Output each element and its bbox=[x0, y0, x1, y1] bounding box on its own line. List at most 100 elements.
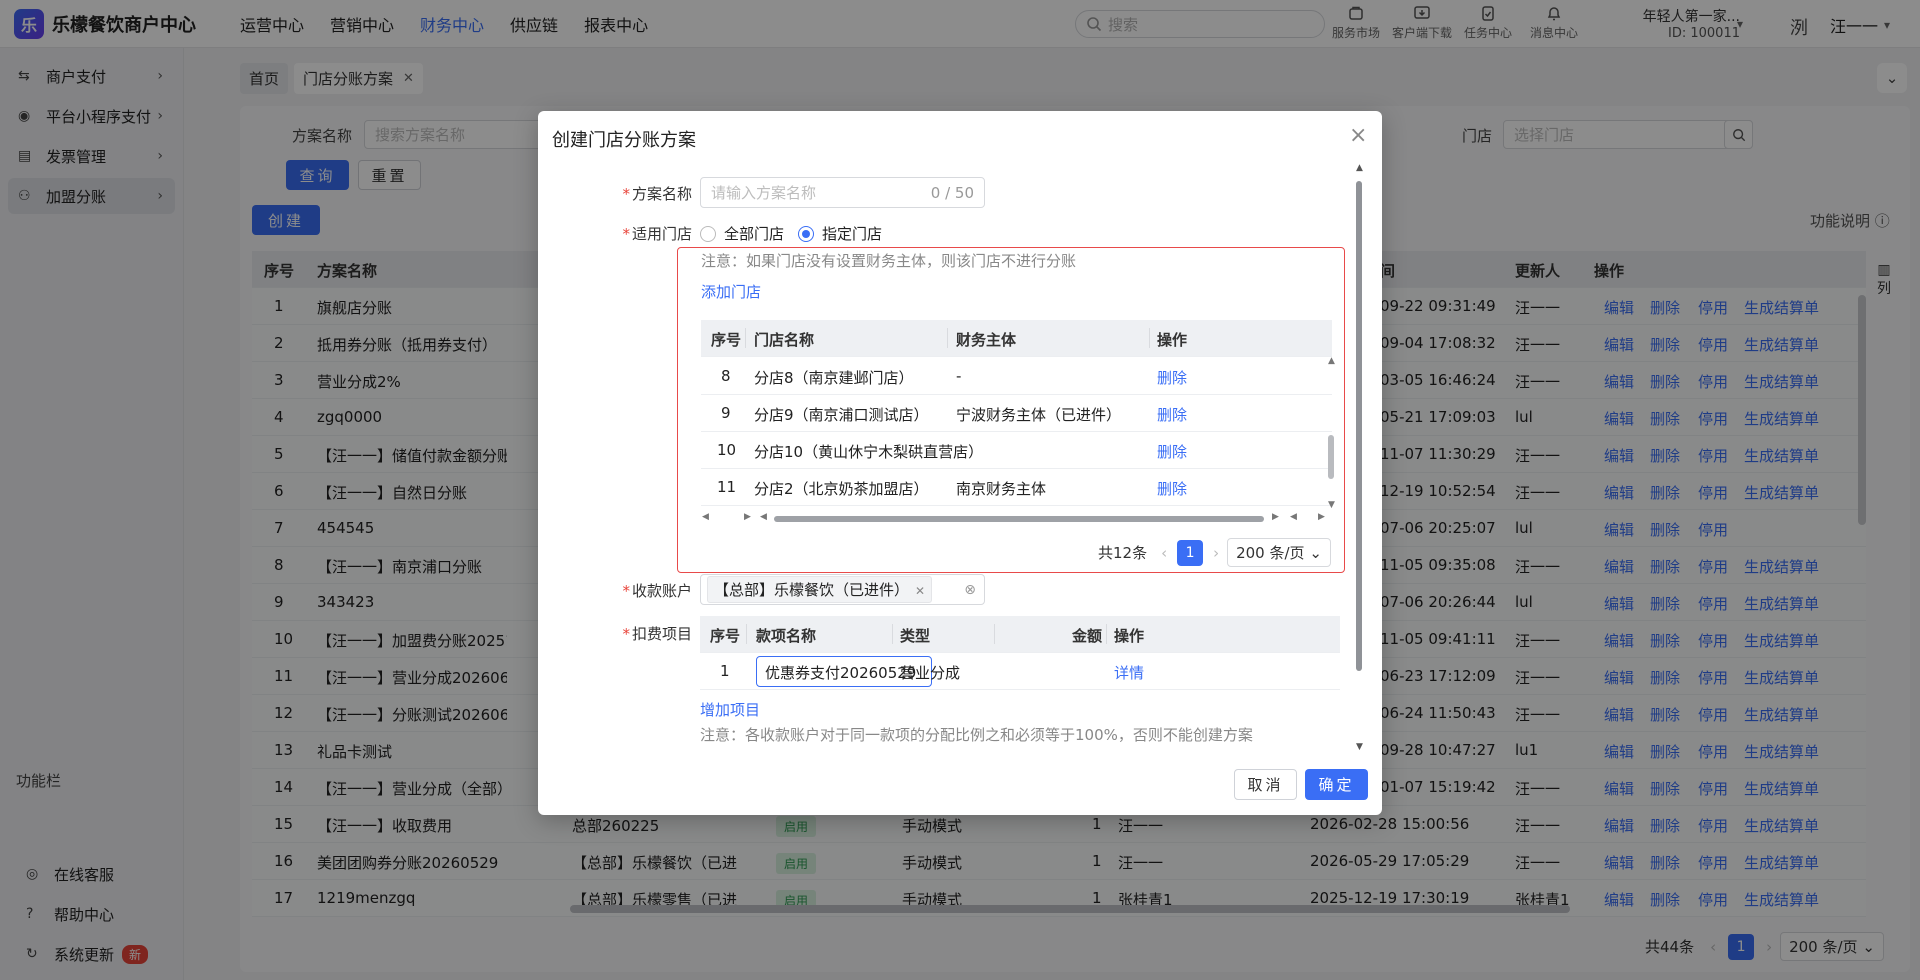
close-icon[interactable]: × bbox=[1349, 123, 1367, 148]
char-count: 0 / 50 bbox=[930, 183, 974, 202]
radio-all-stores[interactable]: 全部门店 bbox=[700, 223, 784, 244]
col-header-op: 操作 bbox=[1157, 331, 1188, 349]
radio-label: 全部门店 bbox=[724, 225, 785, 243]
scheme-name-input[interactable]: 请输入方案名称 0 / 50 bbox=[700, 177, 985, 208]
store-table-header: 序号 门店名称 财务主体 操作 bbox=[701, 320, 1332, 357]
prev-page-icon[interactable]: ‹ bbox=[1161, 544, 1167, 562]
label-text: 收款账户 bbox=[631, 582, 692, 600]
create-scheme-dialog: 创建门店分账方案 × * 方案名称 请输入方案名称 0 / 50 * 适用门店 全部… bbox=[538, 111, 1382, 815]
col-divider bbox=[1106, 624, 1107, 644]
col-header-no: 序号 bbox=[711, 331, 742, 349]
col-header-entity: 财务主体 bbox=[956, 331, 1017, 349]
scroll-down-icon[interactable]: ▼ bbox=[1328, 500, 1335, 510]
cell-entity: 南京财务主体 bbox=[956, 480, 1047, 498]
fee-items-label: * 扣费项目 bbox=[572, 623, 692, 644]
radio-specific-stores[interactable]: 指定门店 bbox=[798, 223, 882, 244]
scroll-left-icon[interactable]: ▶ bbox=[744, 512, 751, 522]
cancel-button[interactable]: 取消 bbox=[1234, 769, 1297, 800]
store-table-vertical-scrollbar[interactable] bbox=[1328, 435, 1334, 479]
receive-account-select[interactable]: 【总部】乐檬餐饮（已进件） ✕ ⊗ bbox=[700, 574, 985, 605]
scroll-up-icon[interactable]: ▲ bbox=[1356, 163, 1363, 173]
account-chip: 【总部】乐檬餐饮（已进件） ✕ bbox=[707, 576, 933, 603]
scheme-name-label: * 方案名称 bbox=[572, 183, 692, 204]
col-divider bbox=[892, 624, 893, 644]
col-divider bbox=[745, 328, 746, 348]
clear-icon[interactable]: ⊗ bbox=[964, 582, 976, 598]
scroll-right-icon[interactable]: ▶ bbox=[1272, 512, 1279, 522]
store-table-horizontal-scrollbar[interactable] bbox=[774, 516, 1264, 522]
cell-entity: - bbox=[956, 441, 962, 459]
cell-entity: - bbox=[956, 367, 962, 385]
fee-table-header: 序号 款项名称 类型 金额 操作 bbox=[700, 616, 1340, 653]
required-mark: * bbox=[622, 185, 630, 203]
required-mark: * bbox=[622, 582, 630, 600]
page-size-select[interactable]: 200 条/页 ⌄ bbox=[1227, 538, 1331, 567]
scroll-left-icon[interactable]: ◀ bbox=[1290, 512, 1297, 522]
cell-no: 1 bbox=[720, 662, 730, 680]
table-row: 11 分店2（北京奶茶加盟店） 南京财务主体 删除 bbox=[701, 469, 1332, 506]
col-header-type: 类型 bbox=[900, 627, 931, 645]
cell-type: 营业分成 bbox=[900, 664, 961, 682]
close-icon[interactable]: ✕ bbox=[915, 584, 925, 598]
delete-link[interactable]: 删除 bbox=[1157, 441, 1187, 462]
cell-no: 10 bbox=[717, 441, 737, 459]
scroll-down-icon[interactable]: ▼ bbox=[1356, 742, 1363, 752]
scroll-left-icon[interactable]: ◀ bbox=[760, 512, 767, 522]
cell-no: 9 bbox=[721, 404, 731, 422]
table-row: 9 分店9（南京浦口测试店） 宁波财务主体（已进件） 删除 bbox=[701, 395, 1332, 432]
delete-link[interactable]: 删除 bbox=[1157, 404, 1187, 425]
dialog-title: 创建门店分账方案 bbox=[552, 130, 696, 151]
col-divider bbox=[994, 624, 995, 644]
page-size-label: 200 条/页 bbox=[1236, 544, 1305, 562]
delete-link[interactable]: 删除 bbox=[1157, 478, 1187, 499]
pager-total: 共12条 bbox=[1098, 544, 1148, 562]
scroll-up-icon[interactable]: ▲ bbox=[1328, 356, 1335, 366]
cell-no: 8 bbox=[721, 367, 731, 385]
delete-link[interactable]: 删除 bbox=[1157, 367, 1187, 388]
col-header-op: 操作 bbox=[1114, 627, 1145, 645]
col-header-amount: 金额 bbox=[1072, 627, 1103, 645]
receive-account-label: * 收款账户 bbox=[572, 580, 692, 601]
fee-note: 注意：各收款账户对于同一款项的分配比例之和必须等于100%，否则不能创建方案 bbox=[700, 726, 1253, 744]
label-text: 适用门店 bbox=[631, 225, 692, 243]
add-fee-item-link[interactable]: 增加项目 bbox=[700, 699, 760, 720]
cell-store-name: 分店8（南京建邺门店） bbox=[754, 369, 914, 387]
col-divider bbox=[947, 328, 948, 348]
scroll-right-icon[interactable]: ▶ bbox=[1318, 512, 1325, 522]
store-table: 序号 门店名称 财务主体 操作 8 分店8（南京建邺门店） - 删除 9 分店9（南京浦口… bbox=[701, 320, 1332, 506]
table-row: 8 分店8（南京建邺门店） - 删除 bbox=[701, 358, 1332, 395]
confirm-button[interactable]: 确定 bbox=[1305, 769, 1368, 800]
placeholder: 请输入方案名称 bbox=[711, 184, 817, 202]
col-header-store-name: 门店名称 bbox=[754, 331, 815, 349]
cell-no: 11 bbox=[717, 478, 737, 496]
details-link[interactable]: 详情 bbox=[1114, 662, 1144, 683]
scroll-left-icon[interactable]: ◀ bbox=[702, 512, 709, 522]
store-note: 注意：如果门店没有设置财务主体，则该门店不进行分账 bbox=[701, 252, 1077, 270]
col-divider bbox=[1149, 328, 1150, 348]
dialog-vertical-scrollbar[interactable] bbox=[1356, 181, 1362, 671]
radio-label: 指定门店 bbox=[822, 225, 883, 243]
next-page-icon[interactable]: › bbox=[1213, 544, 1219, 562]
store-table-pagination: 共12条 ‹ 1 › 200 条/页 ⌄ bbox=[1098, 538, 1331, 567]
required-mark: * bbox=[622, 225, 630, 243]
col-header-no: 序号 bbox=[710, 627, 741, 645]
store-selection-box: 注意：如果门店没有设置财务主体，则该门店不进行分账 添加门店 序号 门店名称 财… bbox=[677, 247, 1345, 573]
cell-store-name: 分店9（南京浦口测试店） bbox=[754, 406, 929, 424]
cell-entity: 宁波财务主体（已进件） bbox=[956, 406, 1122, 424]
table-row: 1 优惠券支付20260529 营业分成 详情 bbox=[700, 653, 1340, 690]
radio-circle-checked bbox=[798, 225, 814, 242]
label-text: 扣费项目 bbox=[631, 625, 692, 643]
add-store-link[interactable]: 添加门店 bbox=[701, 281, 761, 302]
col-divider bbox=[746, 624, 747, 644]
page-current[interactable]: 1 bbox=[1177, 539, 1204, 566]
store-table-body: 8 分店8（南京建邺门店） - 删除 9 分店9（南京浦口测试店） 宁波财务主体（已进件） 删… bbox=[701, 358, 1332, 506]
radio-circle bbox=[700, 225, 716, 242]
col-header-fee-name: 款项名称 bbox=[756, 627, 817, 645]
fee-table: 序号 款项名称 类型 金额 操作 1 优惠券支付20260529 营业分成 详情 bbox=[700, 616, 1340, 690]
cell-store-name: 分店10（黄山休宁木梨硔直营店） bbox=[754, 443, 984, 461]
required-mark: * bbox=[622, 625, 630, 643]
table-row: 10 分店10（黄山休宁木梨硔直营店） - 删除 bbox=[701, 432, 1332, 469]
account-chip-label: 【总部】乐檬餐饮（已进件） bbox=[714, 581, 910, 599]
cell-store-name: 分店2（北京奶茶加盟店） bbox=[754, 480, 929, 498]
label-text: 方案名称 bbox=[631, 185, 692, 203]
